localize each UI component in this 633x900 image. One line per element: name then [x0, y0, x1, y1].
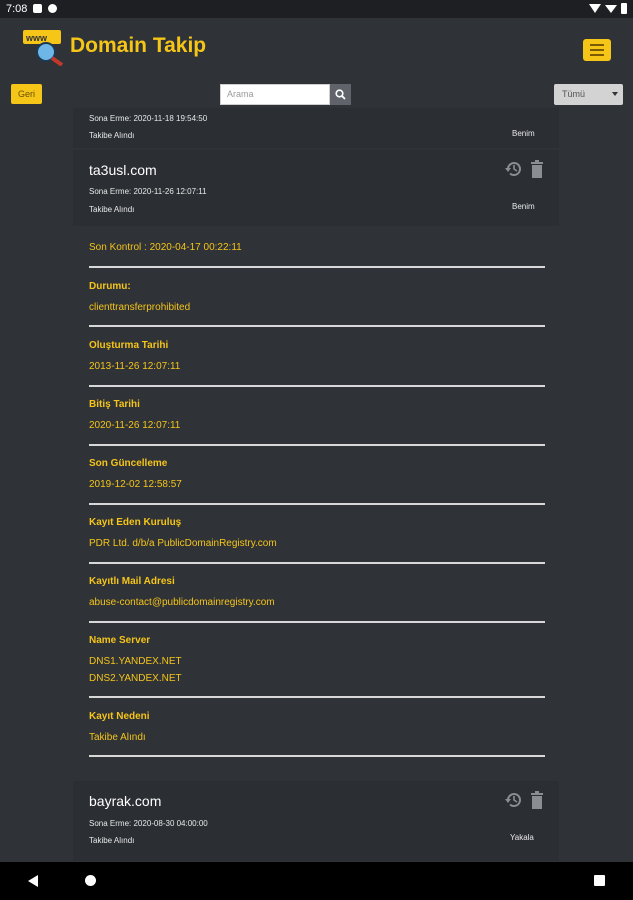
divider: [89, 755, 545, 757]
status-right: [589, 3, 627, 14]
divider: [89, 621, 545, 623]
created-label: Oluşturma Tarihi: [89, 340, 169, 351]
registrar-label: Kayıt Eden Kuruluş: [89, 517, 182, 528]
divider: [89, 266, 545, 268]
status-text: Takibe Alındı: [89, 836, 135, 845]
nameserver-label: Name Server: [89, 635, 151, 646]
divider: [89, 444, 545, 446]
menu-icon: [590, 44, 604, 46]
status-time: 7:08: [6, 3, 28, 15]
chevron-down-icon: [612, 92, 618, 96]
mail-label: Kayıtlı Mail Adresi: [89, 576, 175, 587]
status-bar: 7:08: [0, 0, 633, 18]
created-value: 2013-11-26 12:07:11: [89, 361, 181, 372]
status-label: Durumu:: [89, 281, 131, 292]
mail-value: abuse-contact@publicdomainregistry.com: [89, 597, 275, 608]
sync-icon: [48, 4, 57, 13]
search-button[interactable]: [330, 84, 351, 105]
updated-label: Son Güncelleme: [89, 458, 168, 469]
expiry-label: Bitiş Tarihi: [89, 399, 140, 410]
domain-card[interactable]: bayrak.com Sona Erme: 2020-08-30 04:00:0…: [73, 781, 559, 861]
divider: [89, 562, 545, 564]
history-icon[interactable]: [505, 791, 523, 809]
registrar-value: PDR Ltd. d/b/a PublicDomainRegistry.com: [89, 538, 277, 549]
trash-icon[interactable]: [528, 791, 546, 809]
history-icon[interactable]: [505, 160, 523, 178]
reason-value: Takibe Alındı: [89, 732, 146, 743]
divider: [89, 385, 545, 387]
domain-detail-panel: Son Kontrol : 2020-04-17 00:22:11 Durumu…: [73, 228, 559, 780]
svg-text:www: www: [25, 33, 48, 43]
owner-text: Benim: [512, 202, 535, 211]
expiry-text: Sona Erme: 2020-08-30 04:00:00: [89, 819, 208, 828]
battery-icon: [621, 3, 627, 14]
nameserver-value: DNS2.YANDEX.NET: [89, 673, 182, 684]
expiry-text: Sona Erme: 2020-11-18 19:54:50: [89, 114, 208, 123]
system-nav-bar: [0, 862, 633, 900]
domain-card[interactable]: ta3usl.com Sona Erme: 2020-11-26 12:07:1…: [73, 150, 559, 226]
domain-name: bayrak.com: [89, 793, 162, 809]
divider: [89, 325, 545, 327]
signal-icon: [605, 4, 617, 13]
menu-button[interactable]: [583, 39, 611, 61]
filter-select[interactable]: Tümü: [554, 84, 623, 105]
expiry-value: 2020-11-26 12:07:11: [89, 420, 181, 431]
wifi-icon: [589, 4, 601, 13]
trash-icon[interactable]: [528, 160, 546, 178]
status-text: Takibe Alındı: [89, 131, 135, 140]
divider: [89, 503, 545, 505]
domain-card[interactable]: Sona Erme: 2020-11-18 19:54:50 Takibe Al…: [73, 108, 559, 148]
reason-label: Kayıt Nedeni: [89, 711, 150, 722]
search-input[interactable]: Arama: [220, 84, 330, 105]
updated-value: 2019-12-02 12:58:57: [89, 479, 182, 490]
notification-icon: [33, 4, 42, 13]
owner-text: Benim: [512, 129, 535, 138]
filter-selected-label: Tümü: [562, 89, 586, 99]
divider: [89, 696, 545, 698]
www-logo-icon: www: [23, 30, 64, 66]
back-button[interactable]: Geri: [11, 84, 42, 104]
search-icon: [335, 89, 346, 100]
expiry-text: Sona Erme: 2020-11-26 12:07:11: [89, 187, 207, 196]
status-value: clienttransferprohibited: [89, 302, 191, 313]
last-check: Son Kontrol : 2020-04-17 00:22:11: [89, 242, 242, 253]
domain-name: ta3usl.com: [89, 162, 157, 178]
nameserver-value: DNS1.YANDEX.NET: [89, 656, 182, 667]
back-nav-icon[interactable]: [28, 875, 38, 887]
owner-text: Yakala: [510, 833, 534, 842]
status-text: Takibe Alındı: [89, 205, 135, 214]
recents-nav-icon[interactable]: [594, 875, 605, 886]
app-title: Domain Takip: [70, 34, 207, 57]
home-nav-icon[interactable]: [85, 875, 96, 886]
